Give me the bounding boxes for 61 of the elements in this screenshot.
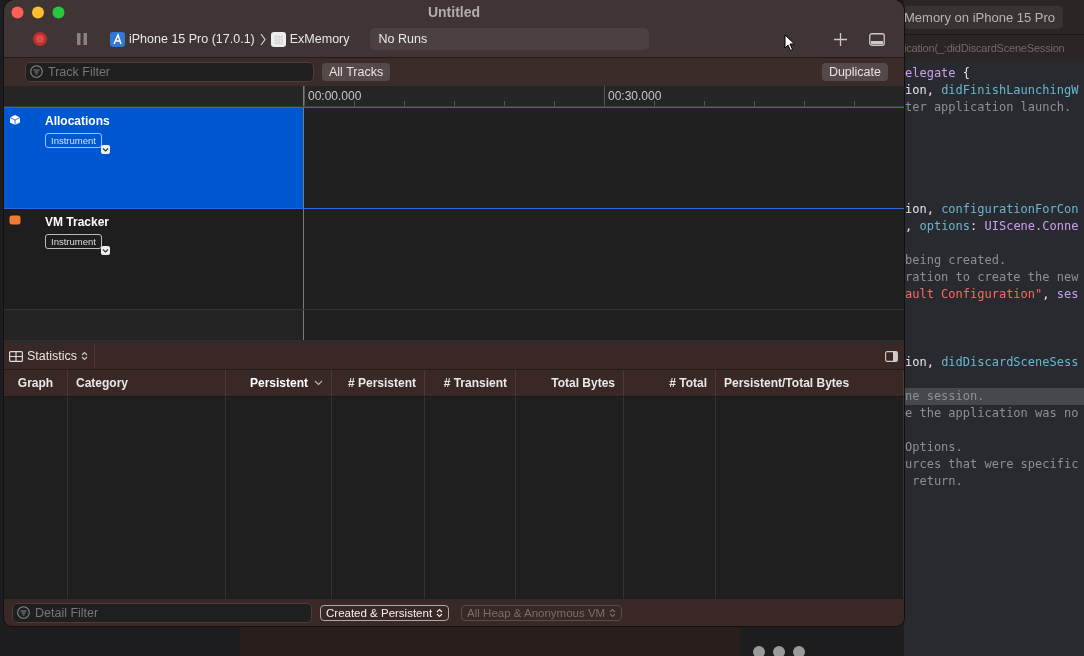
up-down-chevron-icon [609,607,617,618]
code-line: urces that were specific [904,456,1080,473]
filter-icon [30,65,43,78]
code-line: Options. [904,439,964,456]
column-header[interactable]: Persistent [226,370,332,396]
duplicate-button[interactable]: Duplicate [821,63,888,81]
code-line: ion, didDiscardSceneSess [904,354,1080,371]
editor-tab[interactable]: Memory on iPhone 15 Pro [904,5,1064,29]
code-line: being created. [904,252,1008,269]
code-line: e the application was no [904,405,1080,422]
filter-icon [17,605,30,619]
chevron-right-icon [259,32,266,46]
popup-button[interactable]: Created & Persistent [320,604,450,621]
code-line: return. [911,473,964,490]
run-status-field[interactable]: No Runs [369,28,649,50]
track-name: VM Tracker [45,215,110,229]
window-title: Untitled [427,4,481,20]
track-filter-field[interactable]: Track Filter [25,62,314,82]
up-down-chevron-icon [81,351,88,361]
time-label: 00:30.000 [604,86,904,106]
up-down-chevron-icon [436,607,444,618]
column-header[interactable]: # Persistent [332,370,425,396]
chevron-down-icon[interactable] [100,246,110,255]
column-header[interactable]: Graph [4,370,68,396]
code-line: ion, configurationForCon [904,201,1080,218]
all-tracks-button[interactable]: All Tracks [322,63,391,81]
code-line: ration to create the new [904,269,1080,286]
mouse-pointer-icon [783,34,796,52]
panel-toggle-button[interactable] [868,32,885,46]
track-name: Allocations [45,114,110,128]
code-line: ault Configuration", ses [904,286,1080,303]
detail-filter-field[interactable]: Detail Filter [12,602,312,623]
inspector-toggle-button[interactable] [885,350,898,362]
time-label: 00:00.000 [304,86,604,106]
column-header[interactable]: Category [68,370,226,396]
app-icon [270,31,286,47]
sidebar-icon [885,350,898,362]
code-line: ion, didFinishLaunchingW [904,82,1080,99]
target-selector[interactable]: ExMemory [270,31,350,47]
code-line: , options: UIScene.Conne [904,218,1080,235]
column-header[interactable]: # Transient [425,370,516,396]
chevron-down-icon[interactable] [100,145,110,154]
dots-icon [752,645,808,656]
sort-chevron-icon [314,380,323,386]
app-store-icon [110,31,125,47]
device-selector[interactable]: iPhone 15 Pro (17.0.1) [110,31,255,47]
code-line: elegate { [904,65,972,82]
column-header[interactable]: # Total [624,370,716,396]
record-button[interactable] [32,31,48,47]
view-selector[interactable]: Statistics [9,345,95,367]
instrument-tag[interactable]: Instrument [45,234,102,249]
add-button[interactable] [833,32,847,46]
track-header[interactable]: Allocations Instrument [4,108,304,208]
instrument-block-icon [9,215,21,225]
cube-icon [9,114,21,126]
pause-button[interactable] [76,33,88,45]
instrument-tag[interactable]: Instrument [45,133,102,148]
code-line: ter application launch. [904,99,1073,116]
column-header[interactable]: Persistent/Total Bytes [716,370,904,396]
table-icon [9,350,23,362]
column-header[interactable]: Total Bytes [516,370,624,396]
